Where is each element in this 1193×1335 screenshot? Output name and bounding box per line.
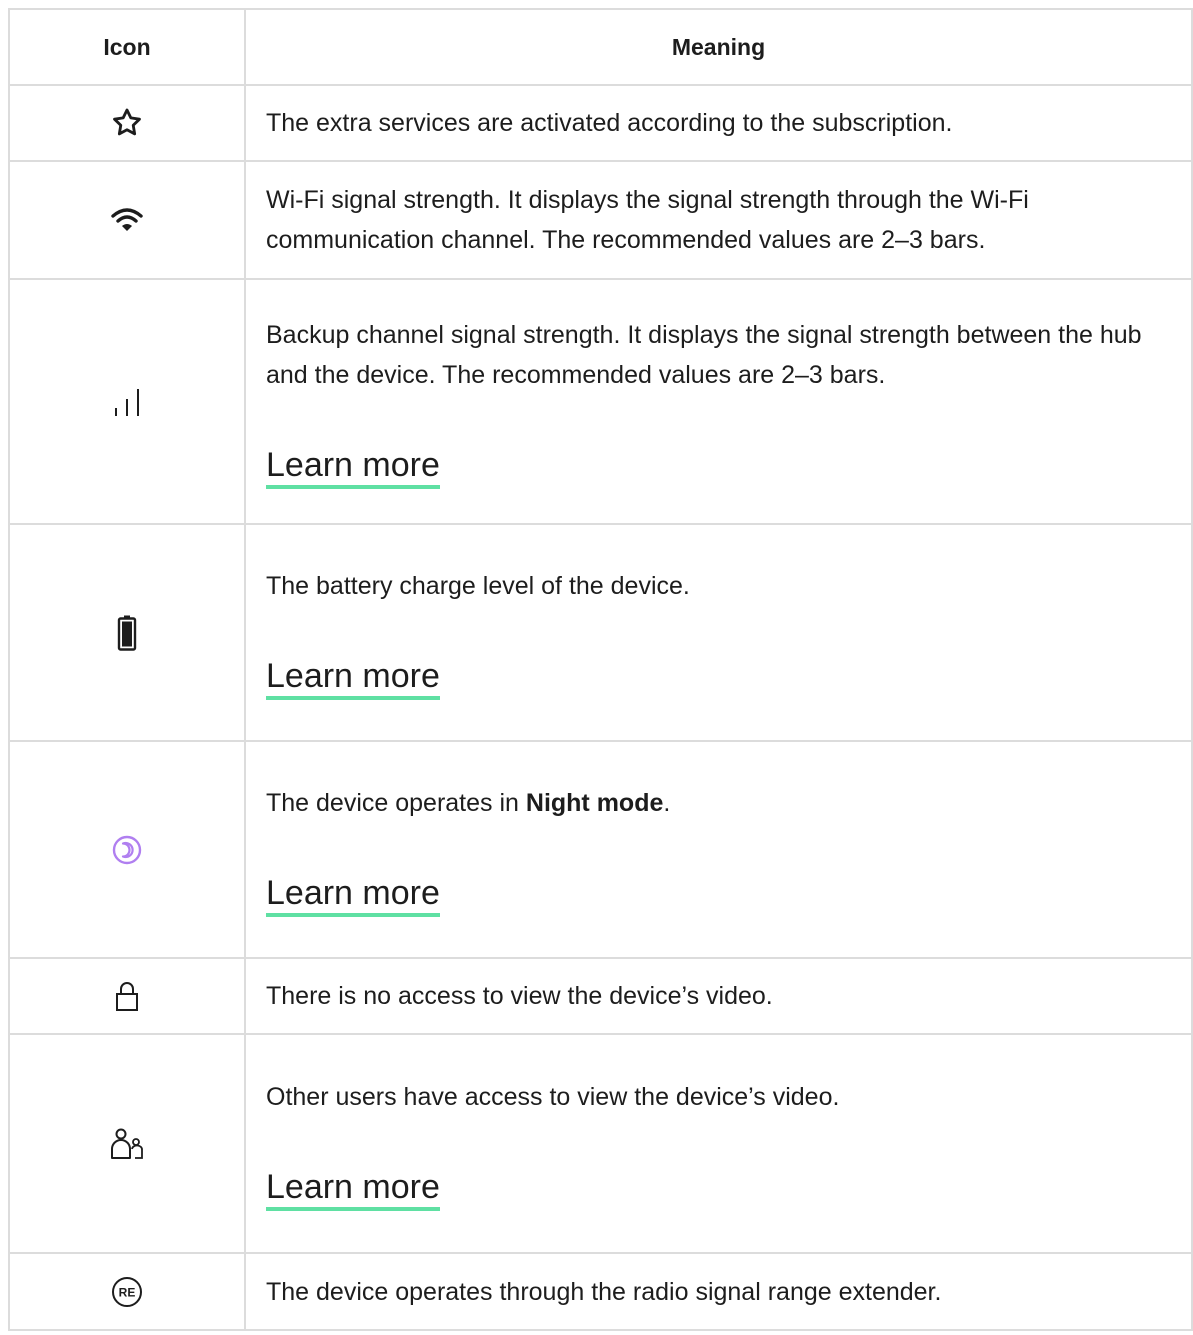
meaning-cell: The device operates in Night mode. Learn… <box>244 740 1193 959</box>
table-row: Wi-Fi signal strength. It displays the s… <box>8 160 1193 280</box>
icon-cell <box>8 1033 246 1254</box>
learn-more-link[interactable]: Learn more <box>266 445 440 489</box>
meaning-cell: The extra services are activated accordi… <box>244 84 1193 162</box>
table-row: The extra services are activated accordi… <box>8 84 1193 162</box>
table-row: Backup channel signal strength. It displ… <box>8 278 1193 525</box>
icon-cell <box>8 957 246 1035</box>
range-extender-icon: RE <box>112 1276 142 1307</box>
signal-bars-icon <box>115 388 139 416</box>
learn-more-link[interactable]: Learn more <box>266 873 440 917</box>
table-row: Other users have access to view the devi… <box>8 1033 1193 1254</box>
meaning-cell: The device operates through the radio si… <box>244 1252 1193 1331</box>
icon-cell <box>8 278 246 525</box>
description-text: The device operates in <box>266 788 526 817</box>
icon-cell <box>8 84 246 162</box>
header-meaning: Meaning <box>244 8 1193 86</box>
row-description: Backup channel signal strength. It displ… <box>266 320 1142 389</box>
night-mode-icon <box>112 835 142 864</box>
meaning-cell: There is no access to view the device’s … <box>244 957 1193 1035</box>
row-description: The battery charge level of the device. <box>266 571 690 600</box>
shared-users-icon <box>111 1128 143 1159</box>
icon-cell <box>8 523 246 742</box>
row-description: Other users have access to view the devi… <box>266 1082 840 1111</box>
row-description: The device operates through the radio si… <box>266 1277 942 1306</box>
icon-cell: RE <box>8 1252 246 1331</box>
icon-meaning-table: Icon Meaning The extra services are acti… <box>8 8 1193 1331</box>
row-description: The device operates in Night mode. <box>266 783 1171 823</box>
learn-more-link[interactable]: Learn more <box>266 1167 440 1211</box>
row-description: Wi-Fi signal strength. It displays the s… <box>266 186 1029 254</box>
meaning-cell: Wi-Fi signal strength. It displays the s… <box>244 160 1193 280</box>
night-mode-term: Night mode <box>525 788 664 817</box>
row-description: There is no access to view the device’s … <box>266 982 773 1010</box>
row-description: The extra services are activated accordi… <box>266 109 953 137</box>
meaning-cell: Other users have access to view the devi… <box>244 1033 1193 1254</box>
table-row: The battery charge level of the device. … <box>8 523 1193 742</box>
meaning-cell: The battery charge level of the device. … <box>244 523 1193 742</box>
lock-icon <box>116 982 138 1011</box>
star-outline-icon <box>113 108 141 136</box>
table-row: There is no access to view the device’s … <box>8 957 1193 1035</box>
learn-more-link[interactable]: Learn more <box>266 656 440 700</box>
table-row: The device operates in Night mode. Learn… <box>8 740 1193 959</box>
battery-icon <box>117 615 137 651</box>
table-row: RE The device operates through the radio… <box>8 1252 1193 1331</box>
description-end: . <box>663 788 671 817</box>
icon-cell <box>8 740 246 959</box>
icon-cell <box>8 160 246 280</box>
meaning-cell: Backup channel signal strength. It displ… <box>244 278 1193 525</box>
wifi-icon <box>111 208 143 231</box>
header-icon: Icon <box>8 8 246 86</box>
range-extender-label: RE <box>119 1285 136 1299</box>
table-header-row: Icon Meaning <box>8 8 1193 86</box>
